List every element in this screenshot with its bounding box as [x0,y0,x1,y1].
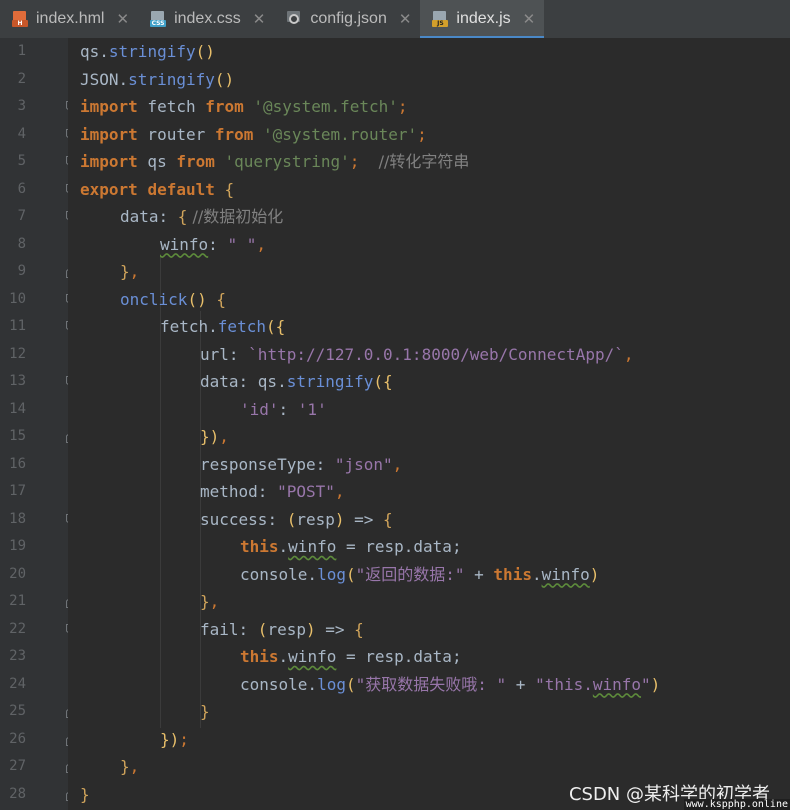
code-line-19: this.winfo = resp.data; [240,537,462,556]
line-number: 3 [17,98,26,114]
code-line-8: winfo: " ", [160,234,266,254]
line-number-gutter[interactable]: 1 2 3 4 5 6 7 8 9 10 11 12 13 14 15 16 17 18 19 20 21 22 23 24 2… [0,38,76,810]
code-line-10: onclick() { [120,289,226,309]
line-number: 20 [9,565,26,582]
line-number: 16 [9,455,26,472]
code-line-23: this.winfo = resp.data; [240,647,462,666]
code-line-18: success: (resp) => { [200,509,393,529]
hml-file-icon: H [12,11,28,27]
tab-label: index.hml [36,10,105,27]
line-number: 13 [9,373,26,389]
close-icon[interactable]: ✕ [399,10,412,28]
css-file-icon: CSS [150,11,167,27]
line-number: 1 [17,43,26,59]
code-line-28: } [80,784,90,804]
line-number: 23 [9,648,26,664]
line-number: 21 [9,593,26,609]
tab-label: index.js [456,10,511,27]
code-line-15: }), [200,427,229,446]
line-number: 4 [17,125,26,142]
json-config-file-icon [286,11,302,27]
line-number: 18 [9,510,26,527]
close-icon[interactable]: ✕ [116,10,129,28]
code-line-6: export default { [80,179,235,199]
tab-index-hml[interactable]: H index.hml ✕ [0,0,138,38]
code-line-14: 'id': '1' [240,399,327,419]
tab-index-js[interactable]: JS index.js ✕ [420,0,545,39]
line-number: 6 [17,180,26,197]
line-number: 14 [9,400,26,417]
line-number: 11 [9,318,26,334]
code-line-20: console.log("返回的数据:" + this.winfo) [240,564,600,584]
line-number: 5 [17,153,26,169]
code-line-9: }, [120,262,140,281]
line-number: 9 [17,263,26,279]
close-icon[interactable]: ✕ [523,10,536,28]
tab-label: index.css [174,10,241,27]
code-line-26: }); [160,729,189,749]
code-line-12: url: `http://127.0.0.1:8000/web/ConnectA… [200,344,634,364]
line-number: 12 [9,345,26,362]
code-line-1: qs.stringify() [80,42,215,61]
line-number: 28 [9,785,26,802]
close-icon[interactable]: ✕ [253,10,266,28]
code-line-27: }, [120,757,140,776]
tab-label: config.json [310,10,387,27]
code-line-21: }, [200,592,220,611]
line-number: 7 [17,208,26,224]
editor-tab-bar: H index.hml ✕ CSS index.css ✕ config.jso… [0,0,790,39]
line-number: 10 [9,290,26,307]
line-number: 26 [9,730,26,747]
line-number: 22 [9,620,26,637]
line-number: 17 [9,483,26,499]
code-line-11: fetch.fetch({ [160,317,286,336]
line-number: 24 [9,675,26,692]
code-line-22: fail: (resp) => { [200,619,364,639]
code-line-17: method: "POST", [200,482,345,501]
code-line-16: responseType: "json", [200,454,403,474]
line-number: 15 [9,428,26,444]
code-line-4: import router from '@system.router'; [80,124,427,144]
line-number: 27 [9,758,26,774]
tab-index-css[interactable]: CSS index.css ✕ [138,0,274,38]
line-number: 8 [17,235,26,252]
line-number: 25 [9,703,26,719]
code-editor[interactable]: qs.stringify() JSON.stringify() import f… [68,38,790,810]
code-line-2: JSON.stringify() [80,69,235,89]
code-line-5: import qs from 'querystring'; //转化字符串 [80,152,470,171]
code-line-24: console.log("获取数据失败哦: " + "this.winfo") [240,674,661,694]
code-line-3: import fetch from '@system.fetch'; [80,97,408,116]
tab-config-json[interactable]: config.json ✕ [274,0,420,38]
code-line-13: data: qs.stringify({ [200,372,393,391]
line-number: 2 [17,70,26,87]
code-line-25: } [200,702,210,721]
line-number: 19 [9,538,26,554]
js-file-icon: JS [432,11,449,27]
site-watermark: www.kspphp.online [683,799,790,810]
code-line-7: data: { //数据初始化 [120,207,284,226]
